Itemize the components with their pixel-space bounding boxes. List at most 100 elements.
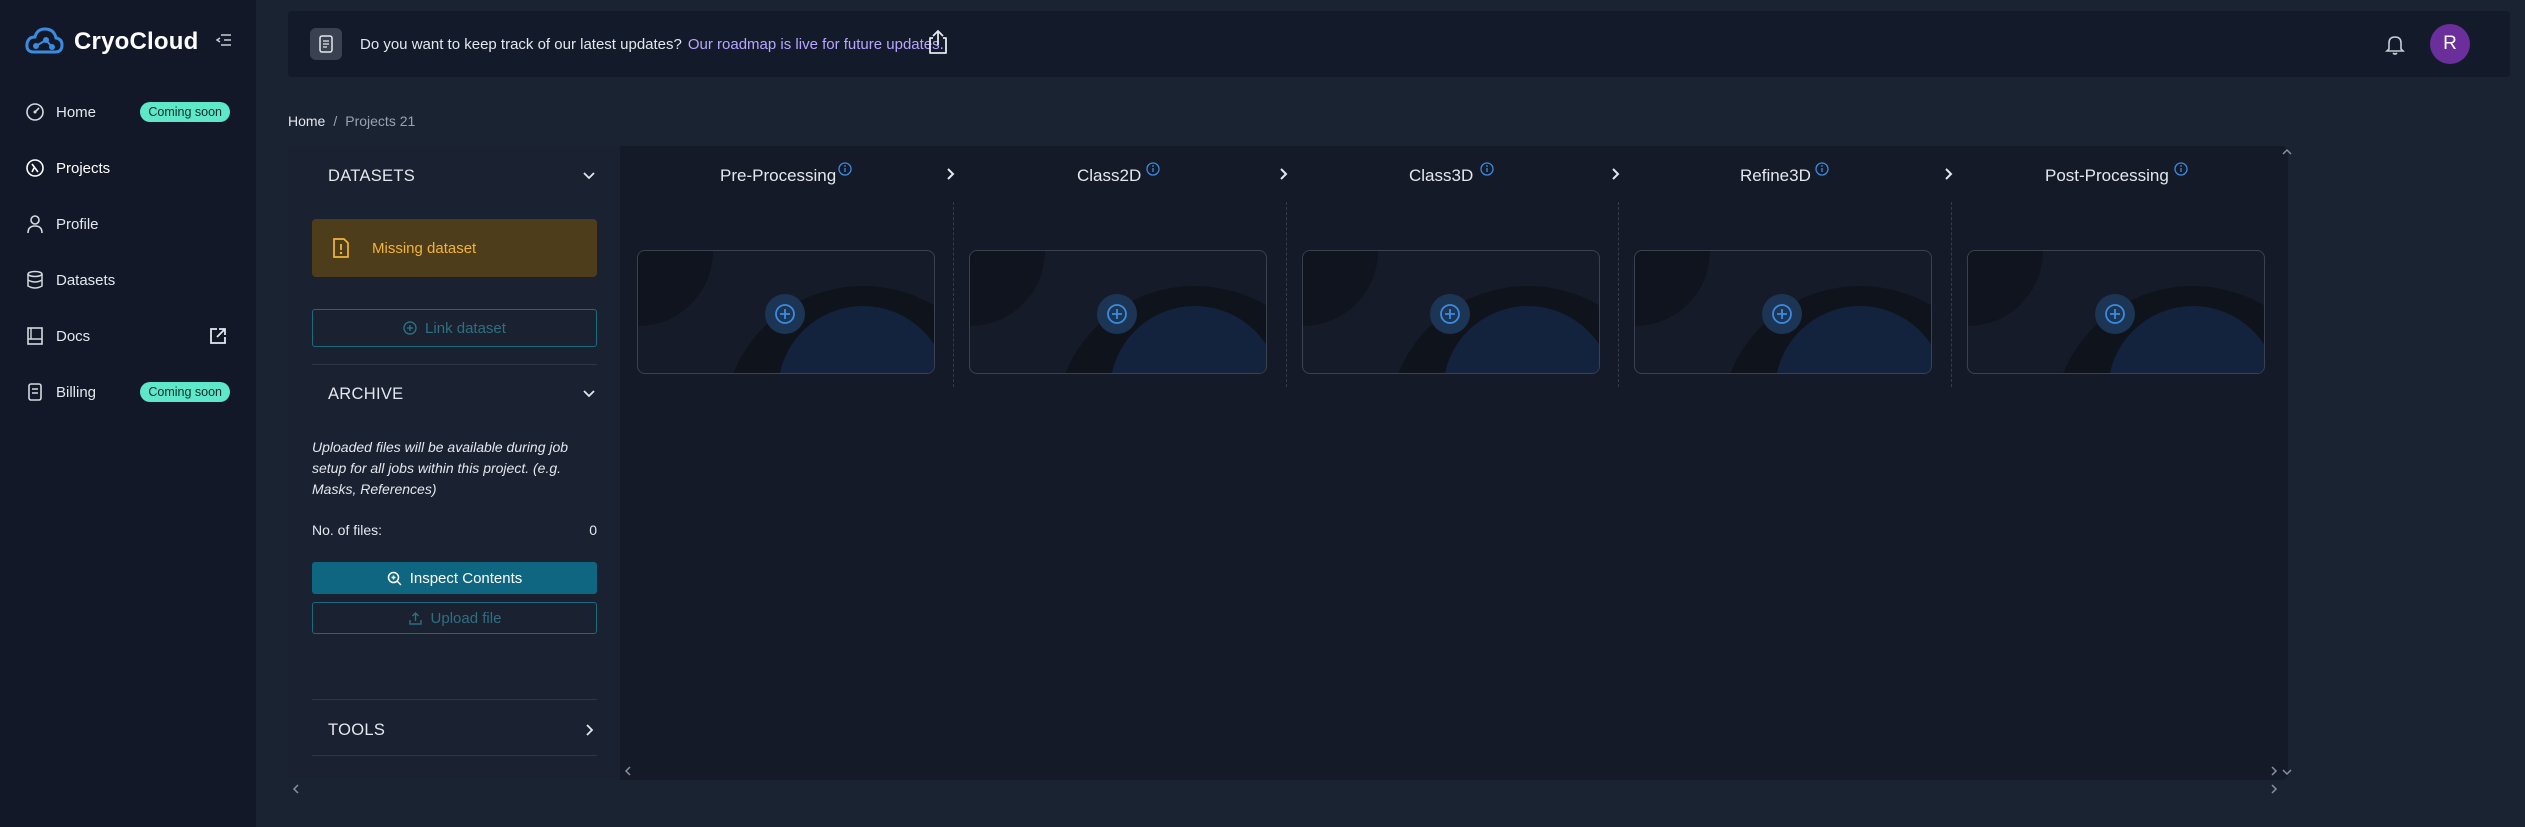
breadcrumb-current: Projects 21	[345, 113, 416, 129]
stage-title: Class3D	[1409, 166, 1474, 185]
add-job-button[interactable]	[1097, 294, 1137, 334]
stage-title: Post-Processing	[2045, 166, 2169, 185]
sidebar-item-profile[interactable]: Profile	[24, 206, 234, 242]
files-label: No. of files:	[312, 522, 383, 538]
sidebar-item-billing[interactable]: Billing Coming soon	[24, 374, 234, 410]
project-sidebar: DATASETS Missing dataset Link dataset AR…	[288, 146, 620, 780]
chevron-down-icon	[583, 390, 595, 398]
info-icon[interactable]	[2174, 162, 2188, 176]
scroll-right-icon[interactable]	[2270, 766, 2278, 776]
inspect-contents-button[interactable]: Inspect Contents	[312, 562, 597, 594]
chevron-right-icon	[586, 724, 594, 736]
database-icon	[24, 269, 46, 291]
collapse-sidebar-icon[interactable]	[214, 30, 234, 50]
link-dataset-label: Link dataset	[425, 319, 506, 337]
sidebar-item-label: Profile	[56, 215, 99, 233]
zoom-in-icon	[387, 571, 402, 585]
stage-card-class3d[interactable]	[1302, 250, 1600, 374]
stage-divider	[1951, 202, 1952, 387]
info-icon[interactable]	[838, 162, 852, 176]
tools-section-header[interactable]: TOOLS	[328, 710, 598, 750]
coming-soon-badge: Coming soon	[140, 102, 230, 122]
sidebar-item-label: Home	[56, 103, 97, 121]
upload-file-button[interactable]: Upload file	[312, 602, 597, 634]
stage-card-refine3d[interactable]	[1634, 250, 1932, 374]
scroll-left-icon[interactable]	[292, 784, 300, 794]
share-icon[interactable]	[926, 28, 950, 56]
plus-circle-icon	[2105, 304, 2125, 324]
files-count-row: No. of files: 0	[312, 522, 597, 538]
divider	[312, 755, 597, 756]
banner-text: Do you want to keep track of our latest …	[360, 36, 682, 53]
sidebar-item-label: Projects	[56, 159, 111, 177]
missing-dataset-alert: Missing dataset	[312, 219, 597, 277]
user-icon	[24, 213, 46, 235]
external-link-icon[interactable]	[208, 326, 228, 346]
announcement-banner: Do you want to keep track of our latest …	[288, 11, 2510, 77]
breadcrumb-separator: /	[333, 113, 338, 129]
stage-title: Class2D	[1077, 166, 1142, 185]
user-avatar[interactable]: R	[2430, 24, 2470, 64]
scroll-left-icon[interactable]	[624, 766, 632, 776]
add-job-button[interactable]	[765, 294, 805, 334]
projects-icon	[24, 157, 46, 179]
project-panel: DATASETS Missing dataset Link dataset AR…	[288, 146, 2292, 780]
sidebar: CryoCloud Home Coming soon Projects Prof…	[0, 0, 256, 827]
dashboard-icon	[24, 101, 46, 123]
chevron-right-icon	[1612, 168, 1620, 180]
datasets-section-header[interactable]: DATASETS	[328, 156, 598, 196]
info-icon[interactable]	[1146, 162, 1160, 176]
sidebar-item-label: Billing	[56, 383, 97, 401]
stage-divider	[953, 202, 954, 387]
chevron-down-icon	[583, 172, 595, 180]
scroll-right-icon[interactable]	[2270, 784, 2278, 794]
breadcrumb: Home / Projects 21	[288, 113, 415, 129]
info-icon[interactable]	[1480, 162, 1494, 176]
info-icon[interactable]	[1815, 162, 1829, 176]
archive-description: Uploaded files will be available during …	[312, 439, 569, 497]
link-dataset-button[interactable]: Link dataset	[312, 309, 597, 347]
sidebar-item-docs[interactable]: Docs	[24, 318, 234, 354]
upload-icon	[408, 611, 422, 625]
archive-section-header[interactable]: ARCHIVE	[328, 374, 598, 414]
sidebar-item-datasets[interactable]: Datasets	[24, 262, 234, 298]
chevron-right-icon	[947, 168, 955, 180]
cloud-logo-icon	[25, 27, 64, 54]
stage-divider	[1286, 202, 1287, 387]
section-title: ARCHIVE	[328, 384, 404, 403]
plus-circle-icon	[1440, 304, 1460, 324]
stage-card-pre-processing[interactable]	[637, 250, 935, 374]
add-job-button[interactable]	[1762, 294, 1802, 334]
files-count: 0	[589, 522, 597, 538]
roadmap-link[interactable]: Our roadmap is live for future updates.	[688, 36, 944, 53]
section-title: DATASETS	[328, 166, 416, 185]
stage-card-class2d[interactable]	[969, 250, 1267, 374]
notification-bell-icon[interactable]	[2382, 31, 2408, 57]
document-icon	[310, 28, 342, 60]
coming-soon-badge: Coming soon	[140, 382, 230, 402]
stage-title: Refine3D	[1740, 166, 1811, 185]
inspect-contents-label: Inspect Contents	[409, 569, 523, 587]
banner-message: Do you want to keep track of our latest …	[360, 36, 944, 53]
divider	[312, 364, 597, 365]
scroll-down-icon[interactable]	[2282, 768, 2292, 776]
upload-file-label: Upload file	[430, 609, 502, 627]
missing-dataset-text: Missing dataset	[372, 239, 477, 257]
chevron-right-icon	[1280, 168, 1288, 180]
sidebar-item-label: Docs	[56, 327, 91, 345]
sidebar-item-home[interactable]: Home Coming soon	[24, 94, 234, 130]
stage-divider	[1618, 202, 1619, 387]
sidebar-item-projects[interactable]: Projects	[24, 150, 234, 186]
brand[interactable]: CryoCloud	[24, 24, 198, 60]
plus-circle-icon	[403, 321, 417, 335]
brand-name: CryoCloud	[74, 28, 199, 55]
breadcrumb-home[interactable]: Home	[288, 113, 325, 129]
scroll-up-icon[interactable]	[2282, 148, 2292, 156]
stage-card-post-processing[interactable]	[1967, 250, 2265, 374]
add-job-button[interactable]	[1430, 294, 1470, 334]
warning-file-icon	[333, 238, 349, 258]
divider	[312, 699, 597, 700]
section-title: TOOLS	[328, 720, 386, 739]
add-job-button[interactable]	[2095, 294, 2135, 334]
plus-circle-icon	[1772, 304, 1792, 324]
